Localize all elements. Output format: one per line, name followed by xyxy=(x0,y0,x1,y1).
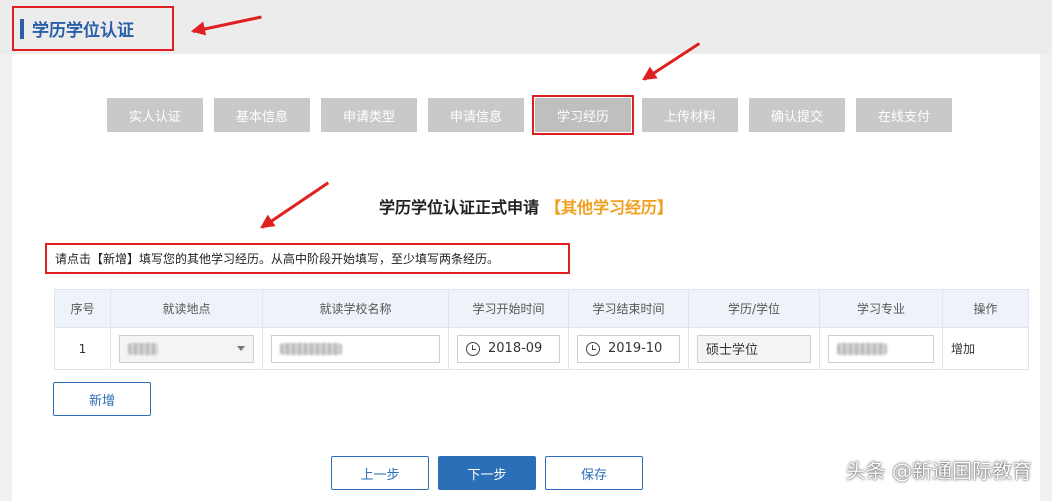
location-select[interactable] xyxy=(119,334,254,363)
table-header-row: 序号 就读地点 就读学校名称 学习开始时间 学习结束时间 学历/学位 学习专业 … xyxy=(54,289,1029,328)
next-step-button[interactable]: 下一步 xyxy=(438,456,536,490)
step-real-name-auth[interactable]: 实人认证 xyxy=(107,98,203,132)
save-button[interactable]: 保存 xyxy=(545,456,643,490)
step-application-type[interactable]: 申请类型 xyxy=(321,98,417,132)
blurred-school-name xyxy=(280,342,342,355)
degree-value: 硕士学位 xyxy=(706,343,759,358)
form-heading-main: 学历学位认证正式申请 xyxy=(378,198,539,217)
col-degree: 学历/学位 xyxy=(688,289,820,328)
start-date-value: 2018-09 xyxy=(488,341,543,356)
col-index: 序号 xyxy=(54,289,111,328)
row-index: 1 xyxy=(54,327,111,370)
col-end: 学习结束时间 xyxy=(568,289,689,328)
blurred-location xyxy=(128,342,158,355)
form-heading: 学历学位认证正式申请 【其他学习经历】 xyxy=(0,194,1052,218)
study-history-table: 序号 就读地点 就读学校名称 学习开始时间 学习结束时间 学历/学位 学习专业 … xyxy=(54,289,1029,370)
major-input[interactable] xyxy=(828,334,934,363)
table-row: 1 2018-09 2019-10 硕士学位 增加 xyxy=(54,327,1029,370)
step-application-info[interactable]: 申请信息 xyxy=(428,98,524,132)
step-nav: 实人认证 基本信息 申请类型 申请信息 学习经历 上传材料 确认提交 在线支付 xyxy=(107,95,952,135)
col-action: 操作 xyxy=(942,289,1029,328)
col-location: 就读地点 xyxy=(110,289,263,328)
school-name-input[interactable] xyxy=(271,334,440,363)
step-upload-materials[interactable]: 上传材料 xyxy=(642,98,738,132)
form-heading-sub: 【其他学习经历】 xyxy=(545,198,674,217)
step-online-payment[interactable]: 在线支付 xyxy=(856,98,952,132)
step-basic-info[interactable]: 基本信息 xyxy=(214,98,310,132)
clock-icon xyxy=(586,341,600,356)
page-title: 学历学位认证 xyxy=(32,21,134,41)
col-major: 学习专业 xyxy=(819,289,943,328)
add-button[interactable]: 新增 xyxy=(53,382,151,416)
step-confirm-submit[interactable]: 确认提交 xyxy=(749,98,845,132)
blurred-major xyxy=(837,342,887,355)
page-title-highlight: 学历学位认证 xyxy=(12,6,174,51)
degree-field[interactable]: 硕士学位 xyxy=(697,334,811,363)
clock-icon xyxy=(466,341,480,356)
step-study-history[interactable]: 学习经历 xyxy=(532,95,634,135)
col-school: 就读学校名称 xyxy=(262,289,449,328)
prev-step-button[interactable]: 上一步 xyxy=(331,456,429,490)
title-accent-bar xyxy=(20,18,24,39)
end-date-value: 2019-10 xyxy=(608,341,663,356)
right-margin xyxy=(1040,54,1052,501)
row-action-add[interactable]: 增加 xyxy=(942,327,1029,370)
end-date-picker[interactable]: 2019-10 xyxy=(577,334,680,363)
chevron-down-icon xyxy=(237,346,245,351)
start-date-picker[interactable]: 2018-09 xyxy=(457,334,560,363)
col-start: 学习开始时间 xyxy=(448,289,569,328)
notice-text: 请点击【新增】填写您的其他学习经历。从高中阶段开始填写，至少填写两条经历。 xyxy=(45,243,570,274)
left-margin xyxy=(0,54,12,501)
watermark: 头条 @新通国际教育 xyxy=(845,459,1032,483)
